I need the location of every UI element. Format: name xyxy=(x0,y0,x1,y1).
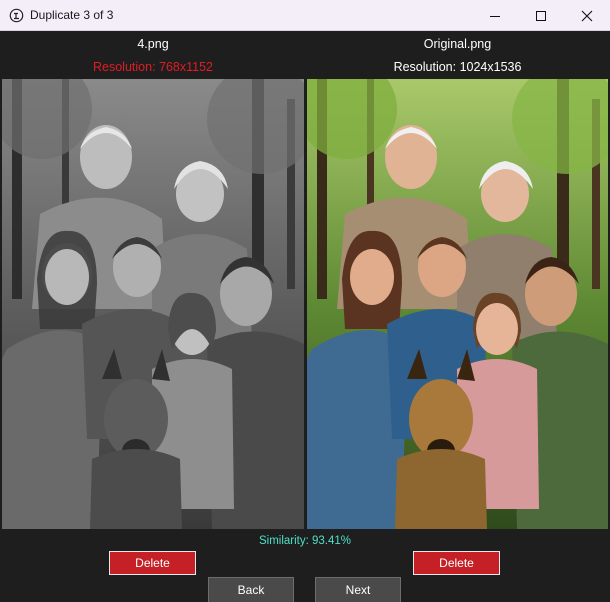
maximize-button[interactable] xyxy=(518,0,564,31)
left-image[interactable] xyxy=(2,79,304,529)
minimize-icon xyxy=(490,15,500,17)
back-button[interactable]: Back xyxy=(208,577,294,602)
next-button[interactable]: Next xyxy=(315,577,401,602)
minimize-button[interactable] xyxy=(472,0,518,31)
maximize-icon xyxy=(536,10,546,21)
left-filename: 4.png xyxy=(137,37,169,51)
right-photo-graphic xyxy=(307,79,608,529)
app-icon xyxy=(9,8,24,23)
similarity-score: Similarity: 93.41% xyxy=(258,535,352,547)
delete-left-button[interactable]: Delete xyxy=(109,551,196,575)
comparison-view: 4.png Resolution: 768x1152 Original.png … xyxy=(0,31,610,602)
delete-right-button[interactable]: Delete xyxy=(413,551,500,575)
title-bar: Duplicate 3 of 3 xyxy=(0,0,610,31)
right-filename: Original.png xyxy=(423,37,492,51)
left-resolution: Resolution: 768x1152 xyxy=(93,60,213,74)
close-button[interactable] xyxy=(564,0,610,31)
close-icon xyxy=(581,10,593,21)
right-resolution: Resolution: 1024x1536 xyxy=(393,60,522,74)
window-title: Duplicate 3 of 3 xyxy=(30,8,114,22)
right-image[interactable] xyxy=(307,79,608,529)
left-photo-graphic xyxy=(2,79,304,529)
